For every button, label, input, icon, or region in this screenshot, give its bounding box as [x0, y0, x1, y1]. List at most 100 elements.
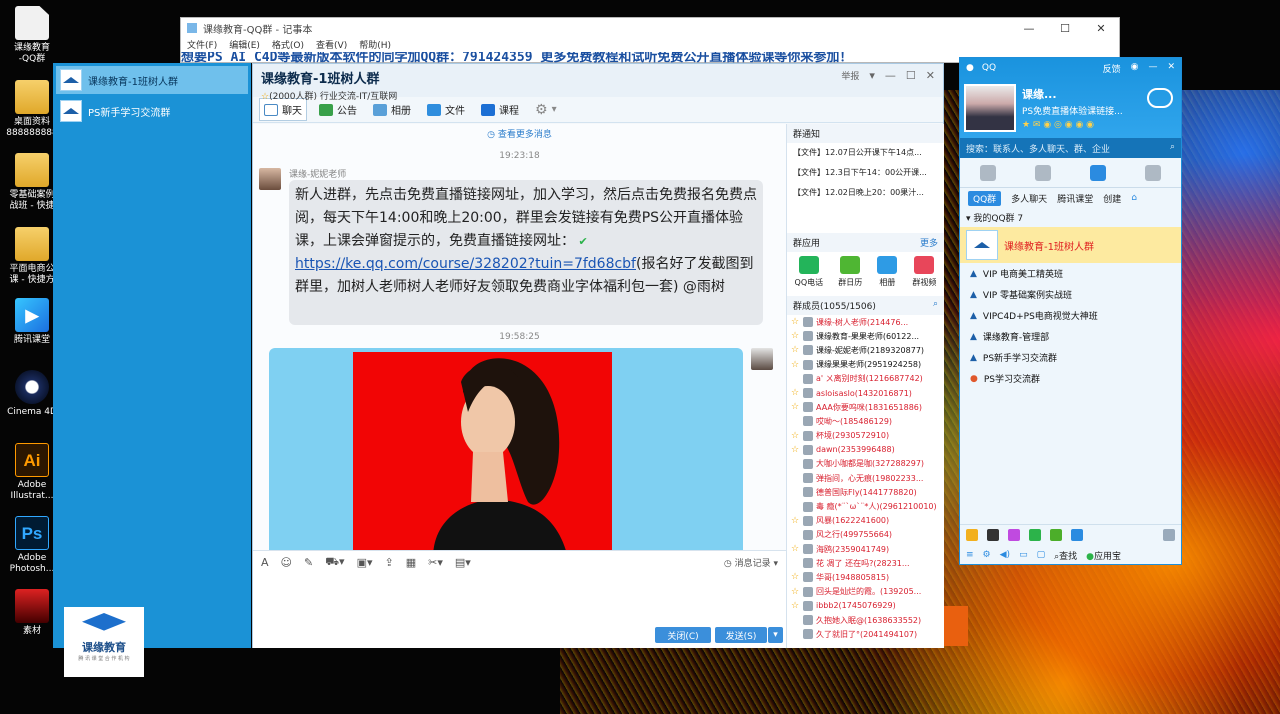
notice-item[interactable]: 【文件】12.3日下午14：00公开课... [787, 163, 944, 183]
menu-edit[interactable]: 编辑(E) [229, 38, 260, 52]
shield-icon[interactable] [1071, 529, 1083, 541]
image-icon[interactable]: ▣▾ [357, 556, 373, 569]
send-options-chevron-icon[interactable]: ▾ [768, 627, 783, 643]
play-icon[interactable] [1029, 529, 1041, 541]
member-row[interactable]: 久了就旧了°(2041494107) [787, 627, 944, 641]
member-row[interactable]: 花 凋了 还在吗?(28231... [787, 556, 944, 570]
app-calendar[interactable]: 群日历 [838, 256, 862, 288]
screen-icon[interactable]: ▤▾ [455, 556, 471, 569]
font-icon[interactable]: A [261, 556, 269, 569]
minimize-icon[interactable]: — [1011, 22, 1047, 35]
member-row[interactable]: ☆ AAA你要呜咪(1831651886) [787, 400, 944, 414]
member-row[interactable]: 久抱她入眠@(1638633552) [787, 613, 944, 627]
phone-tab-icon[interactable] [1145, 164, 1162, 181]
tab-course[interactable]: 课程 [477, 99, 523, 120]
flower-icon[interactable] [1008, 529, 1020, 541]
report-button[interactable]: 举报 [841, 69, 859, 82]
member-row[interactable]: ☆ ibbb2(1745076929) [787, 599, 944, 613]
menu-file[interactable]: 文件(F) [187, 38, 217, 52]
send-button[interactable]: 发送(S) [715, 627, 767, 643]
notepad-titlebar[interactable]: 课缘教育-QQ群 - 记事本 — ☐ ✕ [181, 18, 1119, 38]
wallet-icon[interactable] [1050, 529, 1062, 541]
grid-icon[interactable] [1163, 529, 1175, 541]
qq-group-item[interactable]: ▲ VIP 零基础案例实战班 [960, 284, 1181, 305]
desktop-icon-qq-txt[interactable]: 课缘教育 -QQ群 [2, 6, 62, 65]
subtab-multi-chat[interactable]: 多人聊天 [1011, 192, 1047, 205]
speaker-icon[interactable]: ◀) [1000, 550, 1010, 560]
find-button[interactable]: ⌕查找 [1054, 549, 1077, 562]
history-button[interactable]: ◷ 消息记录 ▾ [724, 556, 778, 569]
gift-box-icon[interactable]: ▦ [406, 556, 416, 569]
member-row[interactable]: 大咖小咖都是咖(327288297) [787, 457, 944, 471]
maximize-icon[interactable]: ☐ [1047, 22, 1083, 35]
menu-help[interactable]: 帮助(H) [359, 38, 391, 52]
avatar[interactable] [751, 348, 773, 370]
feedback-link[interactable]: 反馈 [1103, 62, 1121, 75]
app-store-button[interactable]: ●应用宝 [1086, 549, 1121, 562]
chevron-down-icon[interactable]: ▾ [869, 69, 875, 82]
menu-format[interactable]: 格式(O) [272, 38, 304, 52]
qq-group-item[interactable]: ▲ VIPC4D+PS电商视觉大神班 [960, 305, 1181, 326]
member-row[interactable]: 毒 瘾(*¨`ω`¨*人)(2961210010) [787, 499, 944, 513]
tab-announcement[interactable]: 公告 [315, 99, 361, 120]
scissors-icon[interactable]: ✂▾ [428, 556, 443, 569]
home-icon[interactable]: ⌂ [1131, 193, 1137, 203]
mail-icon[interactable] [966, 529, 978, 541]
close-button[interactable]: 关闭(C) [655, 627, 711, 643]
message-input[interactable]: A ☺ ✎ ⛟▾ ▣▾ ⇪ ▦ ✂▾ ▤▾ ◷ 消息记录 ▾ 关闭(C) 发送(… [253, 550, 786, 648]
qq-titlebar[interactable]: ● QQ 反馈 ◉ — ✕ [960, 58, 1181, 78]
message-box-icon[interactable]: ▢ [1037, 550, 1046, 560]
member-row[interactable]: 弹指间，心无痕(19802233... [787, 471, 944, 485]
member-row[interactable]: 德普国际Fly(1441778820) [787, 485, 944, 499]
notice-item[interactable]: 【文件】12.02日晚上20：00果汁... [787, 183, 944, 203]
close-icon[interactable]: ✕ [1083, 22, 1119, 35]
close-icon[interactable]: ✕ [926, 69, 935, 82]
folder-icon[interactable]: ▭ [1019, 550, 1028, 560]
tab-files[interactable]: 文件 [423, 99, 469, 120]
subtab-qq-groups[interactable]: QQ群 [968, 190, 1002, 206]
app-qq-call[interactable]: QQ电话 [795, 256, 823, 288]
member-row[interactable]: ☆ 风暴(1622241600) [787, 514, 944, 528]
cloud-icon[interactable] [1147, 88, 1173, 108]
member-row[interactable]: 哎呦～(185486129) [787, 414, 944, 428]
contact-search-input[interactable]: 搜索：联系人、多人聊天、群、企业 ⌕ [960, 138, 1181, 158]
view-more-link[interactable]: ◷ 查看更多消息 [253, 127, 786, 140]
gift-icon[interactable]: ⛟▾ [325, 555, 344, 570]
member-row[interactable]: 风之行(499755664) [787, 528, 944, 542]
member-row[interactable]: a' ㄨ离别时刻(1216687742) [787, 372, 944, 386]
member-row[interactable]: ☆ 课缘教育-果果老师(60122... [787, 329, 944, 343]
my-groups-header[interactable]: ▾ 我的QQ群 7 [960, 208, 1181, 227]
member-list[interactable]: ☆ 课缘-树人老师(214476... ☆ 课缘教育-果果老师(60122... ☆ 课缘… [787, 315, 944, 641]
app-album[interactable]: 相册 [877, 256, 898, 288]
menu-icon[interactable]: ≡ [966, 550, 974, 560]
app-video[interactable]: 群视频 [912, 256, 936, 288]
skin-icon[interactable]: ◉ [1131, 62, 1139, 75]
magic-icon[interactable]: ✎ [304, 556, 313, 569]
minimize-icon[interactable]: — [1148, 62, 1157, 75]
member-row[interactable]: ☆ 课缘-妮妮老师(2189320877) [787, 343, 944, 357]
member-row[interactable]: ☆ 课缘-树人老师(214476... [787, 315, 944, 329]
notice-item[interactable]: 【文件】12.07日公开课下午14点... [787, 143, 944, 163]
course-link[interactable]: https://ke.qq.com/course/328202?tuin=7fd… [295, 256, 636, 272]
member-row[interactable]: ☆ asloisaslo(1432016871) [787, 386, 944, 400]
group-item-ps-newbie[interactable]: PS新手学习交流群 [56, 97, 248, 125]
message-area[interactable]: ◷ 查看更多消息 19:23:18 课缘-妮妮老师 新人进群，先点击免费直播链接… [253, 124, 786, 550]
gear-icon[interactable]: ⚙ [983, 550, 991, 560]
photo-image[interactable] [353, 352, 612, 550]
penguin-icon[interactable] [987, 529, 999, 541]
tab-album[interactable]: 相册 [369, 99, 415, 120]
member-row[interactable]: ☆ dawn(2353996488) [787, 443, 944, 457]
qq-group-item[interactable]: 课缘教育-1班树人群 [960, 227, 1181, 263]
qq-group-item[interactable]: ▲ VIP 电商美工精英班 [960, 263, 1181, 284]
close-icon[interactable]: ✕ [1167, 62, 1175, 75]
member-row[interactable]: ☆ 课缘果果老师(2951924258) [787, 358, 944, 372]
minimize-icon[interactable]: — [885, 69, 896, 82]
member-row[interactable]: ☆ 回头是灿烂的霞。(139205... [787, 585, 944, 599]
groups-tab-icon[interactable] [1090, 164, 1107, 181]
group-item-1-class[interactable]: 课缘教育-1班树人群 [56, 66, 248, 94]
subtab-create[interactable]: 创建 [1103, 192, 1121, 205]
qq-group-item[interactable]: ▲ 课缘教育-管理部 [960, 326, 1181, 347]
menu-view[interactable]: 查看(V) [316, 38, 347, 52]
qq-group-item[interactable]: ● PS学习交流群 [960, 368, 1181, 389]
apps-more-link[interactable]: 更多 [920, 236, 938, 249]
